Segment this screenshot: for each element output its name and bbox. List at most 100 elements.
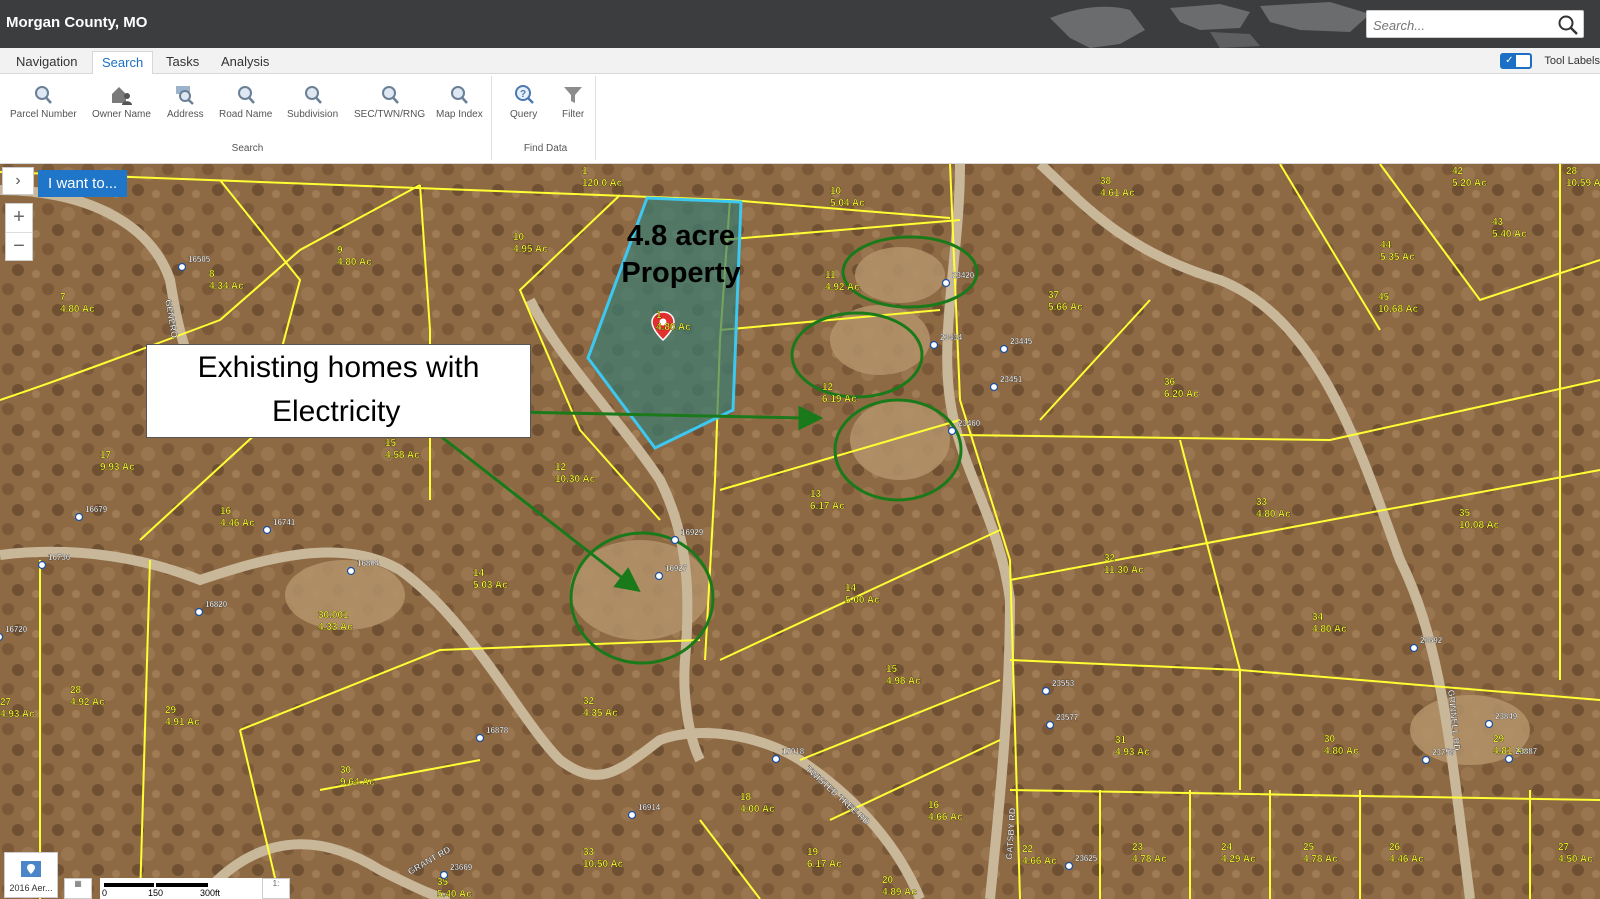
parcel-acreage-label: 10.68 Ac [1378, 304, 1419, 315]
aerial-map[interactable]: 4.8 acre Property TWISTED TREE RD GATSBY… [0, 164, 1600, 899]
parcel-acreage-label: 6.19 Ac [822, 394, 857, 405]
address-point-icon[interactable] [654, 571, 664, 581]
road-name-tool[interactable]: Road Name [219, 84, 272, 120]
address-magnifier-icon [176, 86, 195, 105]
address-tool[interactable]: Address [167, 84, 204, 120]
address-point-icon[interactable] [929, 340, 939, 350]
parcel-number-label: 23 [1132, 842, 1144, 853]
parcel-number-label: 18 [740, 792, 752, 803]
parcel-acreage-label: 6.17 Ac [810, 501, 845, 512]
parcel-acreage-label: 120.0 Ac [582, 178, 623, 189]
filter-tool[interactable]: Filter [562, 84, 584, 120]
parcel-number-label: 1 [582, 166, 588, 177]
address-point-icon[interactable] [947, 426, 957, 436]
address-point-icon[interactable] [999, 344, 1009, 354]
address-point-icon[interactable] [262, 525, 272, 535]
parcel-acreage-label: 10.50 Ac [583, 859, 624, 870]
magnifier-icon [304, 86, 322, 104]
address-label: 23669 [450, 863, 473, 872]
address-point-icon[interactable] [37, 560, 47, 570]
scale-bar-divider [154, 883, 156, 887]
find-data-group: ? Query Filter Find Data [496, 76, 596, 160]
zoom-out-button[interactable]: − [6, 232, 32, 260]
parcel-number-label: 1 [656, 310, 662, 321]
address-point-icon[interactable] [194, 607, 204, 617]
parcel-acreage-label: 10.30 Ac [555, 474, 596, 485]
address-point-icon[interactable] [670, 535, 680, 545]
address-point-icon[interactable] [475, 733, 485, 743]
parcel-number-label: 28 [1566, 166, 1578, 177]
i-want-to-menu[interactable]: I want to... [38, 170, 128, 197]
parcel-number-label: 32 [1104, 553, 1116, 564]
parcel-acreage-label: 4.89 Ac [882, 887, 917, 898]
parcel-number-label: 44 [1380, 240, 1392, 251]
address-point-icon[interactable] [1041, 686, 1051, 696]
address-label: 16736 [48, 553, 71, 562]
callout-text-line1: Exhisting homes with [197, 351, 480, 384]
address-point-icon[interactable] [1484, 719, 1494, 729]
address-point-icon[interactable] [177, 262, 187, 272]
search-box[interactable] [1366, 10, 1584, 38]
address-label: 23451 [1000, 375, 1023, 384]
scale-toggle-button[interactable]: 1: [262, 878, 290, 899]
address-point-icon[interactable] [1421, 755, 1431, 765]
address-label: 23758 [1432, 748, 1455, 757]
address-point-icon[interactable] [1064, 861, 1074, 871]
address-point-icon[interactable] [1504, 754, 1514, 764]
app-window: Morgan County, MO Navigation Search Task… [0, 0, 1600, 899]
tab-tasks[interactable]: Tasks [157, 51, 208, 74]
address-label: 23460 [958, 419, 981, 428]
parcel-number-label: 38 [1100, 176, 1112, 187]
address-point-icon[interactable] [1045, 720, 1055, 730]
address-point-icon[interactable] [0, 633, 4, 641]
scale-bar: 0 150 300ft [100, 878, 262, 899]
parcel-acreage-label: 4.91 Ac [165, 717, 200, 728]
zoom-in-button[interactable]: + [6, 204, 32, 232]
parcel-acreage-label: 4.80 Ac [1256, 509, 1291, 520]
parcel-acreage-label: 4.92 Ac [70, 697, 105, 708]
parcel-number-label: 7 [60, 292, 66, 303]
tool-labels-toggle[interactable]: ✓ [1500, 53, 1533, 69]
basemap-label: 2016 Aer... [9, 883, 53, 893]
parcel-acreage-label: 4.58 Ac [385, 450, 420, 461]
tab-navigation[interactable]: Navigation [7, 51, 86, 74]
scale-tick-0: 0 [102, 888, 108, 898]
search-input[interactable] [1373, 14, 1543, 36]
parcel-number-label: 11 [825, 270, 836, 281]
address-label: 16878 [486, 726, 509, 735]
parcel-number-label: 34 [1312, 612, 1324, 623]
address-point-icon[interactable] [1409, 643, 1419, 653]
subdivision-tool[interactable]: Subdivision [287, 84, 338, 120]
parcel-acreage-label: 4.93 Ac [0, 709, 35, 720]
parcel-acreage-label: 4.66 Ac [928, 812, 963, 823]
parcel-number-label: 20 [882, 875, 894, 886]
address-point-icon[interactable] [989, 382, 999, 392]
basemap-switcher[interactable]: 2016 Aer... [4, 852, 58, 898]
address-point-icon[interactable] [771, 754, 781, 764]
parcel-acreage-label: 4.78 Ac [1132, 854, 1167, 865]
address-label: 23577 [1056, 713, 1079, 722]
search-icon[interactable] [1557, 14, 1579, 36]
parcel-number-label: 14 [845, 583, 857, 594]
address-point-icon[interactable] [627, 810, 637, 820]
address-point-icon[interactable] [439, 870, 449, 880]
tab-search[interactable]: Search [92, 51, 154, 74]
parcel-number-label: 13 [810, 489, 822, 500]
find-data-group-label: Find Data [523, 143, 568, 154]
layers-button[interactable]: ▦ [64, 878, 92, 899]
address-label: 23553 [1052, 679, 1075, 688]
address-point-icon[interactable] [74, 512, 84, 522]
owner-name-tool[interactable]: Owner Name [92, 84, 151, 120]
address-point-icon[interactable] [941, 278, 951, 288]
map-view[interactable]: 4.8 acre Property TWISTED TREE RD GATSBY… [0, 164, 1600, 899]
map-index-tool[interactable]: Map Index [436, 84, 483, 120]
address-point-icon[interactable] [346, 566, 356, 576]
address-label: 16741 [273, 518, 296, 527]
query-tool[interactable]: ? Query [510, 84, 537, 120]
parcel-number-tool[interactable]: Parcel Number [10, 84, 77, 120]
sec-twn-rng-tool[interactable]: SEC/TWN/RNG [354, 84, 425, 120]
parcel-number-label: 32 [583, 696, 595, 707]
parcel-acreage-label: 4.34 Ac [209, 281, 244, 292]
panel-expand-button[interactable]: › [2, 167, 34, 195]
tab-analysis[interactable]: Analysis [212, 51, 278, 74]
